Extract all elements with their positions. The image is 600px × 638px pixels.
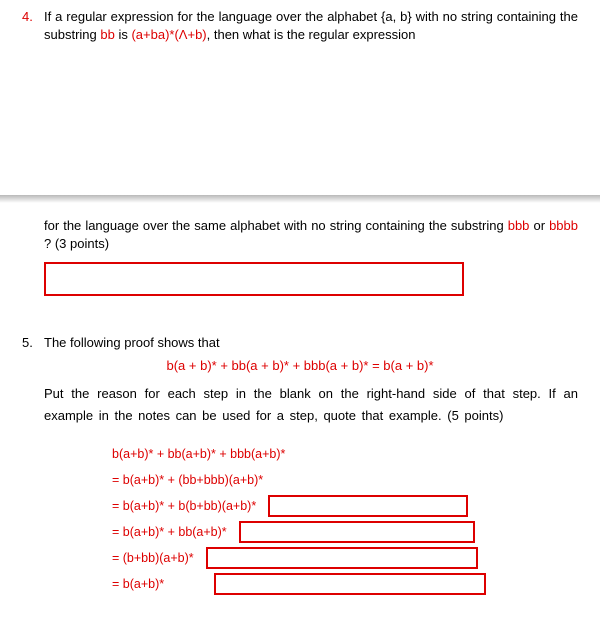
q5-step-5-expr: = (b+bb)(a+b)* bbox=[112, 551, 194, 565]
q5-step-3-answer-box[interactable] bbox=[268, 495, 468, 517]
q5-step-5: = (b+bb)(a+b)* bbox=[112, 545, 578, 571]
q4-bb: bb bbox=[100, 27, 114, 42]
question-4-text-top: If a regular expression for the language… bbox=[44, 8, 578, 43]
q5-step-3: = b(a+b)* + b(b+bb)(a+b)* bbox=[112, 493, 578, 519]
q5-theorem: b(a + b)* + bb(a + b)* + bbb(a + b)* = b… bbox=[22, 358, 578, 373]
q5-step-4-expr: = b(a+b)* + bb(a+b)* bbox=[112, 525, 227, 539]
page: 4. If a regular expression for the langu… bbox=[0, 0, 600, 617]
question-5-number: 5. bbox=[22, 334, 44, 350]
q4-cont-1: for the language over the same alphabet … bbox=[44, 218, 508, 233]
q5-step-6: = b(a+b)* bbox=[112, 571, 578, 597]
page-break-shadow bbox=[0, 195, 600, 203]
q5-instructions: Put the reason for each step in the blan… bbox=[44, 383, 578, 427]
q4-bbb: bbb bbox=[508, 218, 530, 233]
q4-points: (3 points) bbox=[51, 236, 109, 251]
q5-step-4: = b(a+b)* + bb(a+b)* bbox=[112, 519, 578, 545]
question-4-text-bottom: for the language over the same alphabet … bbox=[44, 217, 578, 252]
q4-text-3: , then what is the regular expression bbox=[207, 27, 416, 42]
q4-or: or bbox=[529, 218, 549, 233]
q5-step-1-expr: b(a+b)* + bb(a+b)* + bbb(a+b)* bbox=[112, 447, 285, 461]
page-break-gap bbox=[22, 47, 578, 217]
q5-steps: b(a+b)* + bb(a+b)* + bbb(a+b)* = b(a+b)*… bbox=[112, 441, 578, 597]
question-4-header: 4. If a regular expression for the langu… bbox=[22, 8, 578, 43]
spacer bbox=[22, 296, 578, 334]
q5-step-4-answer-box[interactable] bbox=[239, 521, 475, 543]
q5-step-3-expr: = b(a+b)* + b(b+bb)(a+b)* bbox=[112, 499, 256, 513]
question-5-header: 5. The following proof shows that bbox=[22, 334, 578, 352]
question-5-intro: The following proof shows that bbox=[44, 334, 578, 352]
q5-step-6-expr: = b(a+b)* bbox=[112, 577, 164, 591]
q4-answer-box[interactable] bbox=[44, 262, 464, 296]
q4-text-2: is bbox=[115, 27, 132, 42]
question-4-number: 4. bbox=[22, 8, 44, 24]
q4-expr: (a+ba)*(Λ+b) bbox=[131, 27, 206, 42]
q5-step-2: = b(a+b)* + (bb+bbb)(a+b)* bbox=[112, 467, 578, 493]
q5-step-5-answer-box[interactable] bbox=[206, 547, 478, 569]
q4-bbbb: bbbb bbox=[549, 218, 578, 233]
q5-step-1: b(a+b)* + bb(a+b)* + bbb(a+b)* bbox=[112, 441, 578, 467]
q5-step-2-expr: = b(a+b)* + (bb+bbb)(a+b)* bbox=[112, 473, 263, 487]
q5-step-6-answer-box[interactable] bbox=[214, 573, 486, 595]
